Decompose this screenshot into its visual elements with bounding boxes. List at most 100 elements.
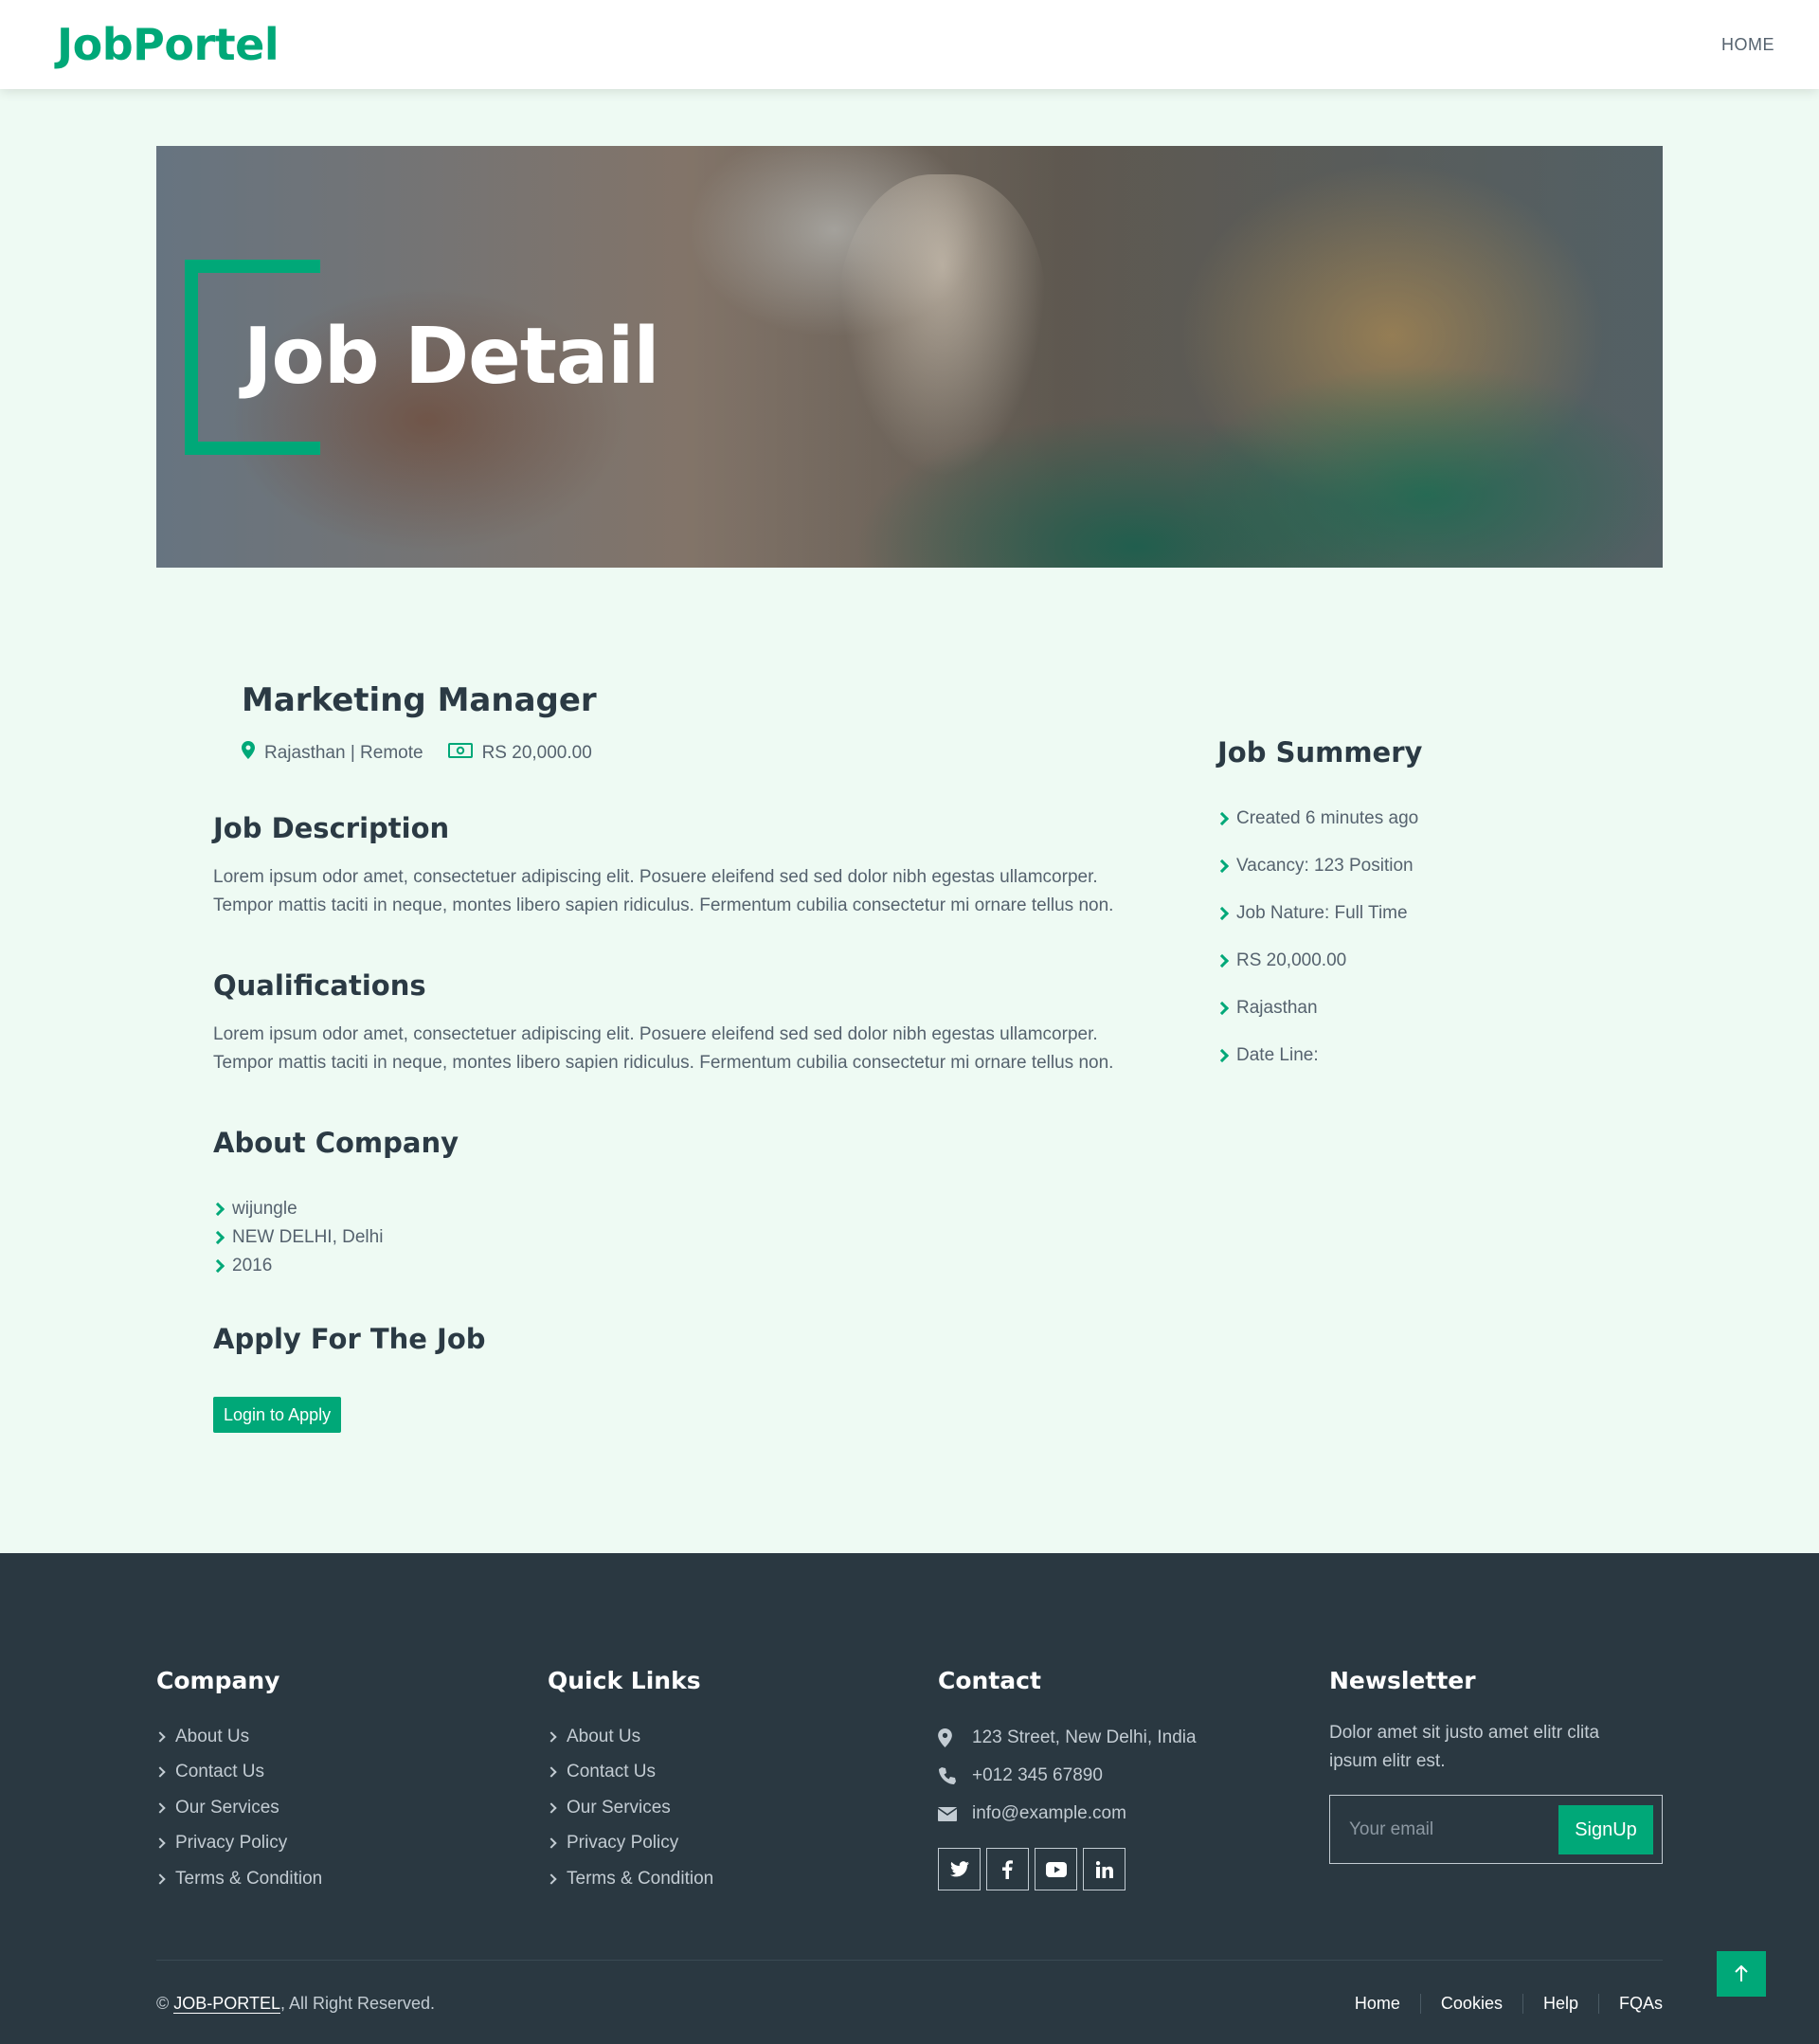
- summary-item: Date Line:: [1215, 1032, 1418, 1079]
- footer-bottom-menu: Home Cookies Help FQAs: [1335, 1994, 1663, 2014]
- footer-link-contact-us[interactable]: Contact Us: [567, 1762, 656, 1782]
- hero-photo-figure: [1180, 364, 1663, 568]
- back-to-top-button[interactable]: [1717, 1951, 1766, 1997]
- copyright: © JOB-PORTEL, All Right Reserved.: [156, 1994, 435, 2014]
- copyright-suffix: , All Right Reserved.: [279, 1994, 436, 2013]
- linkedin-icon[interactable]: [1083, 1848, 1126, 1890]
- summary-item: Vacancy: 123 Position: [1215, 842, 1418, 890]
- footer-link-contact-us[interactable]: Contact Us: [175, 1762, 264, 1782]
- footer-menu-home[interactable]: Home: [1335, 1994, 1421, 2014]
- copyright-brand-link[interactable]: JOB-PORTEL: [173, 1994, 280, 2014]
- nav-link-home[interactable]: HOME: [1721, 35, 1774, 55]
- chevron-right-icon: [1215, 859, 1230, 874]
- summary-item: Rajasthan: [1215, 985, 1418, 1032]
- youtube-icon[interactable]: [1035, 1848, 1077, 1890]
- arrow-up-icon: [1735, 1965, 1748, 1981]
- newsletter-form: SignUp: [1329, 1795, 1663, 1864]
- contact-address-text: 123 Street, New Delhi, India: [972, 1727, 1197, 1747]
- chevron-right-icon: [1215, 1001, 1230, 1016]
- chevron-right-icon: [546, 1837, 557, 1849]
- page-title: Job Detail: [243, 312, 660, 402]
- chevron-right-icon: [210, 1202, 225, 1217]
- footer-company-heading: Company: [156, 1667, 280, 1694]
- footer-newsletter-column: Newsletter Dolor amet sit justo amet eli…: [1329, 1667, 1663, 1864]
- qualifications-heading: Qualifications: [213, 969, 426, 1002]
- company-name: wijungle: [232, 1199, 297, 1219]
- list-item: NEW DELHI, Delhi: [210, 1223, 384, 1252]
- contact-email: info@example.com: [938, 1795, 1197, 1833]
- footer-divider: [156, 1960, 1663, 1961]
- footer-link-about-us[interactable]: About Us: [567, 1727, 640, 1747]
- summary-item: RS 20,000.00: [1215, 937, 1418, 985]
- footer: Company About Us Contact Us Our Services…: [0, 1553, 1819, 2044]
- contact-phone-text: +012 345 67890: [972, 1765, 1103, 1785]
- money-bill-icon: [447, 742, 473, 764]
- job-summary-list: Created 6 minutes ago Vacancy: 123 Posit…: [1215, 795, 1419, 1079]
- footer-link-terms[interactable]: Terms & Condition: [175, 1869, 322, 1890]
- job-detail-content: Marketing Manager Rajasthan | Remote RS …: [156, 568, 1663, 1553]
- footer-menu-help[interactable]: Help: [1523, 1994, 1599, 2014]
- footer-contact-column: Contact 123 Street, New Delhi, India +01…: [938, 1667, 1197, 1890]
- login-to-apply-button[interactable]: Login to Apply: [213, 1397, 342, 1433]
- footer-link-about-us[interactable]: About Us: [175, 1727, 249, 1747]
- map-marker-icon: [242, 741, 255, 765]
- job-description-heading: Job Description: [213, 812, 450, 844]
- navbar: JobPortel HOME: [0, 0, 1819, 89]
- summary-item: Created 6 minutes ago: [1215, 795, 1419, 842]
- job-location: Rajasthan | Remote: [264, 742, 423, 763]
- copyright-prefix: ©: [156, 1994, 174, 2013]
- summary-created: Created 6 minutes ago: [1236, 808, 1419, 828]
- job-description-text: Lorem ipsum odor amet, consectetuer adip…: [213, 867, 1114, 915]
- list-item: wijungle: [210, 1195, 383, 1223]
- chevron-right-icon: [546, 1766, 557, 1778]
- chevron-right-icon: [210, 1230, 225, 1245]
- hero-banner: Job Detail: [156, 146, 1663, 568]
- summary-vacancy: Vacancy: 123 Position: [1236, 856, 1414, 876]
- signup-button[interactable]: SignUp: [1558, 1805, 1653, 1854]
- footer-quick-links-heading: Quick Links: [548, 1667, 701, 1694]
- footer-link-terms[interactable]: Terms & Condition: [567, 1869, 713, 1890]
- chevron-right-icon: [546, 1731, 557, 1743]
- footer-menu-faqs[interactable]: FQAs: [1599, 1994, 1663, 2014]
- summary-item: Job Nature: Full Time: [1215, 890, 1418, 937]
- job-summary-heading: Job Summery: [1217, 736, 1423, 769]
- chevron-right-icon: [154, 1837, 166, 1849]
- chevron-right-icon: [1215, 953, 1230, 968]
- chevron-right-icon: [154, 1731, 166, 1743]
- footer-company-column: Company About Us Contact Us Our Services…: [154, 1667, 322, 1897]
- company-location: NEW DELHI, Delhi: [232, 1227, 384, 1247]
- footer-link-privacy-policy[interactable]: Privacy Policy: [567, 1833, 678, 1854]
- chevron-right-icon: [154, 1802, 166, 1814]
- footer-link-privacy-policy[interactable]: Privacy Policy: [175, 1833, 287, 1854]
- phone-icon: [938, 1766, 972, 1785]
- chevron-right-icon: [210, 1258, 225, 1274]
- footer-link-our-services[interactable]: Our Services: [175, 1798, 279, 1818]
- footer-menu-cookies[interactable]: Cookies: [1421, 1994, 1523, 2014]
- twitter-icon[interactable]: [938, 1848, 981, 1890]
- contact-address: 123 Street, New Delhi, India: [938, 1719, 1197, 1757]
- hero-photo-figure: [838, 174, 1047, 478]
- about-company-heading: About Company: [213, 1127, 459, 1159]
- job-salary: RS 20,000.00: [481, 742, 592, 763]
- brand-logo[interactable]: JobPortel: [57, 19, 279, 70]
- chevron-right-icon: [546, 1802, 557, 1814]
- qualifications-text: Lorem ipsum odor amet, consectetuer adip…: [213, 1024, 1114, 1073]
- facebook-icon[interactable]: [986, 1848, 1029, 1890]
- chevron-right-icon: [1215, 1048, 1230, 1063]
- contact-email-text: info@example.com: [972, 1803, 1126, 1823]
- chevron-right-icon: [1215, 906, 1230, 921]
- social-links: [938, 1848, 1197, 1890]
- job-title: Marketing Manager: [242, 681, 597, 719]
- summary-location: Rajasthan: [1236, 998, 1318, 1018]
- newsletter-text: Dolor amet sit justo amet elitr clita ip…: [1329, 1723, 1600, 1771]
- newsletter-email-input[interactable]: [1349, 1809, 1539, 1851]
- job-meta: Rajasthan | Remote RS 20,000.00: [242, 741, 592, 765]
- apply-heading: Apply For The Job: [213, 1323, 486, 1355]
- footer-quick-links-column: Quick Links About Us Contact Us Our Serv…: [546, 1667, 713, 1897]
- map-marker-icon: [938, 1728, 972, 1747]
- footer-link-our-services[interactable]: Our Services: [567, 1798, 671, 1818]
- summary-salary: RS 20,000.00: [1236, 950, 1347, 970]
- list-item: 2016: [210, 1252, 383, 1280]
- envelope-icon: [938, 1806, 972, 1821]
- footer-newsletter-heading: Newsletter: [1329, 1667, 1476, 1694]
